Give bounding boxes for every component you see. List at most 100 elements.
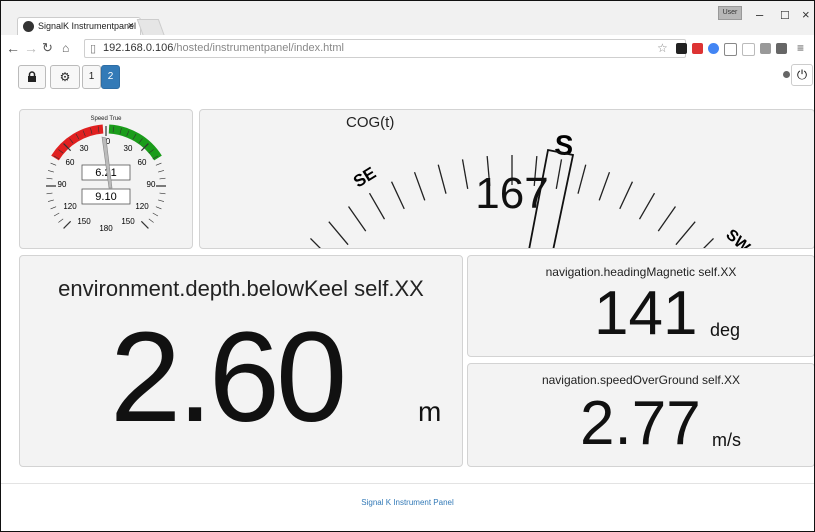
compass-tick [437, 164, 447, 194]
gauge-tick-label-30-left: 30 [80, 144, 89, 153]
lock-button[interactable] [18, 65, 46, 89]
dark-extension-icon[interactable] [776, 43, 787, 54]
close-window-button[interactable]: × [802, 7, 810, 22]
back-arrow-icon[interactable]: ← [6, 40, 20, 56]
compass-tick [703, 238, 714, 248]
footer-link[interactable]: Signal K Instrument Panel [1, 498, 814, 507]
minimize-button[interactable]: – [756, 7, 763, 22]
depth-value: 2.60 [110, 306, 347, 449]
gauge-value-bottom: 9.10 [95, 191, 116, 203]
tab-strip: SignalK Instrumentpanel × User – ☐ × [1, 1, 814, 37]
sog-widget[interactable]: navigation.speedOverGround self.XX 2.77 … [467, 363, 814, 467]
gauge-value-top: 6.21 [95, 167, 116, 179]
bookmark-star-icon[interactable]: ☆ [657, 41, 668, 55]
gauge-tick-label-90-left: 90 [58, 180, 67, 189]
amazon-extension-icon[interactable] [676, 43, 687, 54]
gauge-tick-label-120-right: 120 [135, 202, 149, 211]
settings-button[interactable]: ⚙ [50, 65, 80, 89]
sog-value: 2.77 [580, 389, 701, 458]
gauge-tick [140, 220, 149, 229]
compass-tick [577, 164, 587, 194]
power-button[interactable]: ⏻ [791, 64, 813, 86]
url-input[interactable]: ▯ 192.168.0.106/hosted/instrumentpanel/i… [84, 39, 686, 58]
browser-window: { "browser": { "tab_title": "SignalK Ins… [0, 0, 815, 532]
sog-unit: m/s [712, 430, 741, 450]
home-icon[interactable]: ⌂ [62, 41, 69, 55]
url-host: 192.168.0.106 [103, 42, 174, 54]
heading-widget[interactable]: navigation.headingMagnetic self.XX 141 d… [467, 255, 814, 357]
compass-tick [657, 206, 677, 232]
gauge-tick [158, 199, 165, 202]
maximize-button[interactable]: ☐ [780, 9, 790, 22]
gauge-tick [148, 218, 154, 223]
depth-unit: m [418, 396, 442, 427]
gauge-green-zone [108, 124, 162, 161]
gauge-tick-label-150-left: 150 [77, 217, 91, 226]
forward-arrow-icon[interactable]: → [24, 40, 38, 56]
red-extension-icon[interactable] [692, 43, 703, 54]
reload-icon[interactable]: ↻ [42, 40, 53, 56]
compass-tick [413, 171, 426, 201]
sog-label: navigation.speedOverGround self.XX [541, 373, 741, 387]
compass-tick [619, 181, 634, 210]
gauge-tick [152, 212, 159, 217]
gauge-tick-label-90-right: 90 [147, 180, 156, 189]
signalk-favicon-icon [23, 21, 34, 32]
compass-tick [555, 159, 563, 189]
blue-extension-icon[interactable] [708, 43, 719, 54]
url-path: /hosted/instrumentpanel/index.html [173, 42, 344, 54]
mail-extension-icon[interactable] [724, 43, 737, 56]
cog-compass: COG(t) SE S SW 167 [310, 114, 754, 248]
gauge-tick [58, 218, 64, 223]
gauge-tick [50, 162, 57, 166]
gears-icon: ⚙ [59, 70, 71, 84]
browser-tab[interactable]: SignalK Instrumentpanel × [17, 17, 141, 36]
gauge-tick [50, 206, 57, 210]
address-bar-row: ← → ↻ ⌂ ▯ 192.168.0.106/hosted/instrumen… [1, 35, 814, 62]
gauge-tick [53, 212, 60, 217]
compass-tick [390, 181, 405, 210]
compass-tick [598, 171, 611, 201]
gauge-tick [158, 170, 165, 173]
gauge-tick-label-120-left: 120 [63, 202, 77, 211]
speed-gauge: Speed True 0 30 30 60 60 90 90 120 120 1… [46, 116, 166, 233]
cog-compass-widget[interactable]: COG(t) SE S SW 167 [199, 109, 814, 249]
depth-widget[interactable]: environment.depth.belowKeel self.XX 2.60… [19, 255, 463, 467]
compass-tick [675, 221, 696, 246]
gauge-tick [47, 170, 54, 173]
instrument-toolbar: ⚙ 1 2 [1, 61, 814, 93]
gauge-tick-label-30-right: 30 [124, 144, 133, 153]
heading-value: 141 [594, 279, 698, 348]
tab-title: SignalK Instrumentpanel [38, 21, 137, 31]
page-button-2[interactable]: 2 [101, 65, 120, 89]
gauge-tick [155, 162, 162, 166]
heading-label: navigation.headingMagnetic self.XX [545, 265, 737, 279]
gauge-tick [46, 192, 53, 195]
gauge-tick-label-150-right: 150 [121, 217, 135, 226]
gauge-tick [159, 192, 166, 195]
gauge-tick-label-60-right: 60 [138, 158, 147, 167]
cog-label: COG(t) [346, 114, 394, 131]
radio-extension-icon[interactable] [742, 43, 755, 56]
compass-tick [368, 192, 386, 220]
footer: Signal K Instrument Panel [1, 483, 814, 531]
tab-close-icon[interactable]: × [128, 20, 134, 32]
depth-label: environment.depth.belowKeel self.XX [58, 276, 424, 301]
gauge-tick [47, 199, 54, 202]
power-icon: ⏻ [796, 67, 808, 82]
user-profile-badge[interactable]: User [718, 6, 742, 20]
gauge-tick [46, 177, 53, 180]
menu-icon[interactable]: ≡ [797, 41, 804, 55]
gauge-tick [155, 206, 162, 210]
compass-tick [310, 238, 321, 248]
page-icon: ▯ [90, 43, 97, 55]
cog-mark-se: SE [350, 163, 379, 191]
speed-gauge-widget[interactable]: Speed True 0 30 30 60 60 90 90 120 120 1… [19, 109, 193, 249]
connection-status-dot [783, 71, 790, 78]
compass-tick [638, 192, 656, 220]
page-button-1[interactable]: 1 [82, 65, 101, 89]
grey-extension-icon[interactable] [760, 43, 771, 54]
url-text: 192.168.0.106/hosted/instrumentpanel/ind… [103, 42, 344, 54]
cog-mark-s: S [554, 129, 575, 161]
lock-icon [28, 71, 36, 82]
